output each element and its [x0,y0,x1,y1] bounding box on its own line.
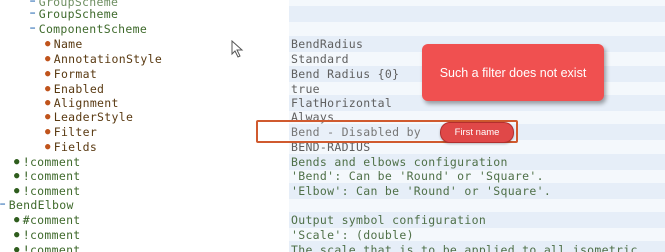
comment-node-icon: ● [14,157,20,167]
comment-marker-icon: ! [22,184,30,198]
comment-node-icon: ● [14,230,20,240]
tree-node-groupscheme[interactable]: − GroupScheme [30,7,118,21]
attribute-bullet-icon: ● [45,142,51,152]
value-comment[interactable]: Bends and elbows configuration [291,155,508,169]
attribute-bullet-icon: ● [45,84,51,94]
comment-node-icon: ● [14,171,20,181]
value-comment[interactable]: 'Scale': (double) [291,228,414,242]
tree-attr-name[interactable]: ● Name [45,37,83,51]
attribute-bullet-icon: ● [45,127,51,137]
attribute-bullet-icon: ● [45,69,51,79]
callout-text: Such a filter does not exist [439,65,587,80]
value-comment[interactable]: 'Bend': Can be 'Round' or 'Square'. [291,169,544,183]
first-name-pill[interactable]: First name [440,122,514,143]
value-comment[interactable]: 'Elbow': Can be 'Round' or 'Square'. [291,184,551,198]
comment-marker-icon: ! [22,228,30,242]
tree-attr-enabled[interactable]: ● Enabled [45,82,104,96]
value-format[interactable]: Bend Radius {0} [291,67,399,81]
value-alignment[interactable]: FlatHorizontal [291,96,392,110]
tree-node-componentscheme[interactable]: − ComponentScheme [30,22,147,36]
value-comment[interactable]: The scale that is to be applied to all i… [291,243,638,252]
comment-marker-icon: ! [22,169,30,183]
tree-pane[interactable]: − GroupScheme − GroupScheme − ComponentSche… [0,0,289,252]
tree-comment[interactable]: ● !comment [14,155,81,169]
attribute-bullet-icon: ● [45,54,51,64]
tree-attr-fields[interactable]: ● Fields [45,140,97,154]
collapse-icon[interactable]: − [30,7,36,21]
tree-comment[interactable]: ● !comment [14,228,81,242]
tree-attr-alignment[interactable]: ● Alignment [45,96,119,110]
tree-node-bendelbow[interactable]: − BendElbow [0,198,74,212]
attribute-bullet-icon: ● [45,98,51,108]
row-band [289,6,665,22]
value-enabled[interactable]: true [291,82,320,96]
tree-attr-format[interactable]: ● Format [45,67,97,81]
annotation-callout: Such a filter does not exist [422,44,604,101]
attribute-bullet-icon: ● [45,39,51,49]
tree-attr-leaderstyle[interactable]: ● LeaderStyle [45,110,133,124]
value-name[interactable]: BendRadius [291,37,363,51]
comment-marker-icon: ! [22,243,30,252]
comment-node-icon: ● [14,186,20,196]
tree-comment[interactable]: ● !comment [14,243,81,252]
collapse-icon[interactable]: − [30,22,36,36]
comment-node-icon: ● [14,215,20,225]
tree-comment[interactable]: ● !comment [14,184,81,198]
comment-node-icon: ● [14,245,20,252]
comment-marker-icon: # [22,213,30,227]
tree-attr-filter[interactable]: ● Filter [45,125,97,139]
value-annotationstyle[interactable]: Standard [291,52,349,66]
collapse-icon[interactable]: − [0,198,6,212]
attribute-bullet-icon: ● [45,112,51,122]
value-comment[interactable]: Output symbol configuration [291,213,486,227]
comment-marker-icon: ! [22,155,30,169]
mouse-cursor-icon [231,40,244,58]
tree-comment[interactable]: ● !comment [14,169,81,183]
tree-comment[interactable]: ● #comment [14,213,81,227]
tree-attr-annotationstyle[interactable]: ● AnnotationStyle [45,52,162,66]
